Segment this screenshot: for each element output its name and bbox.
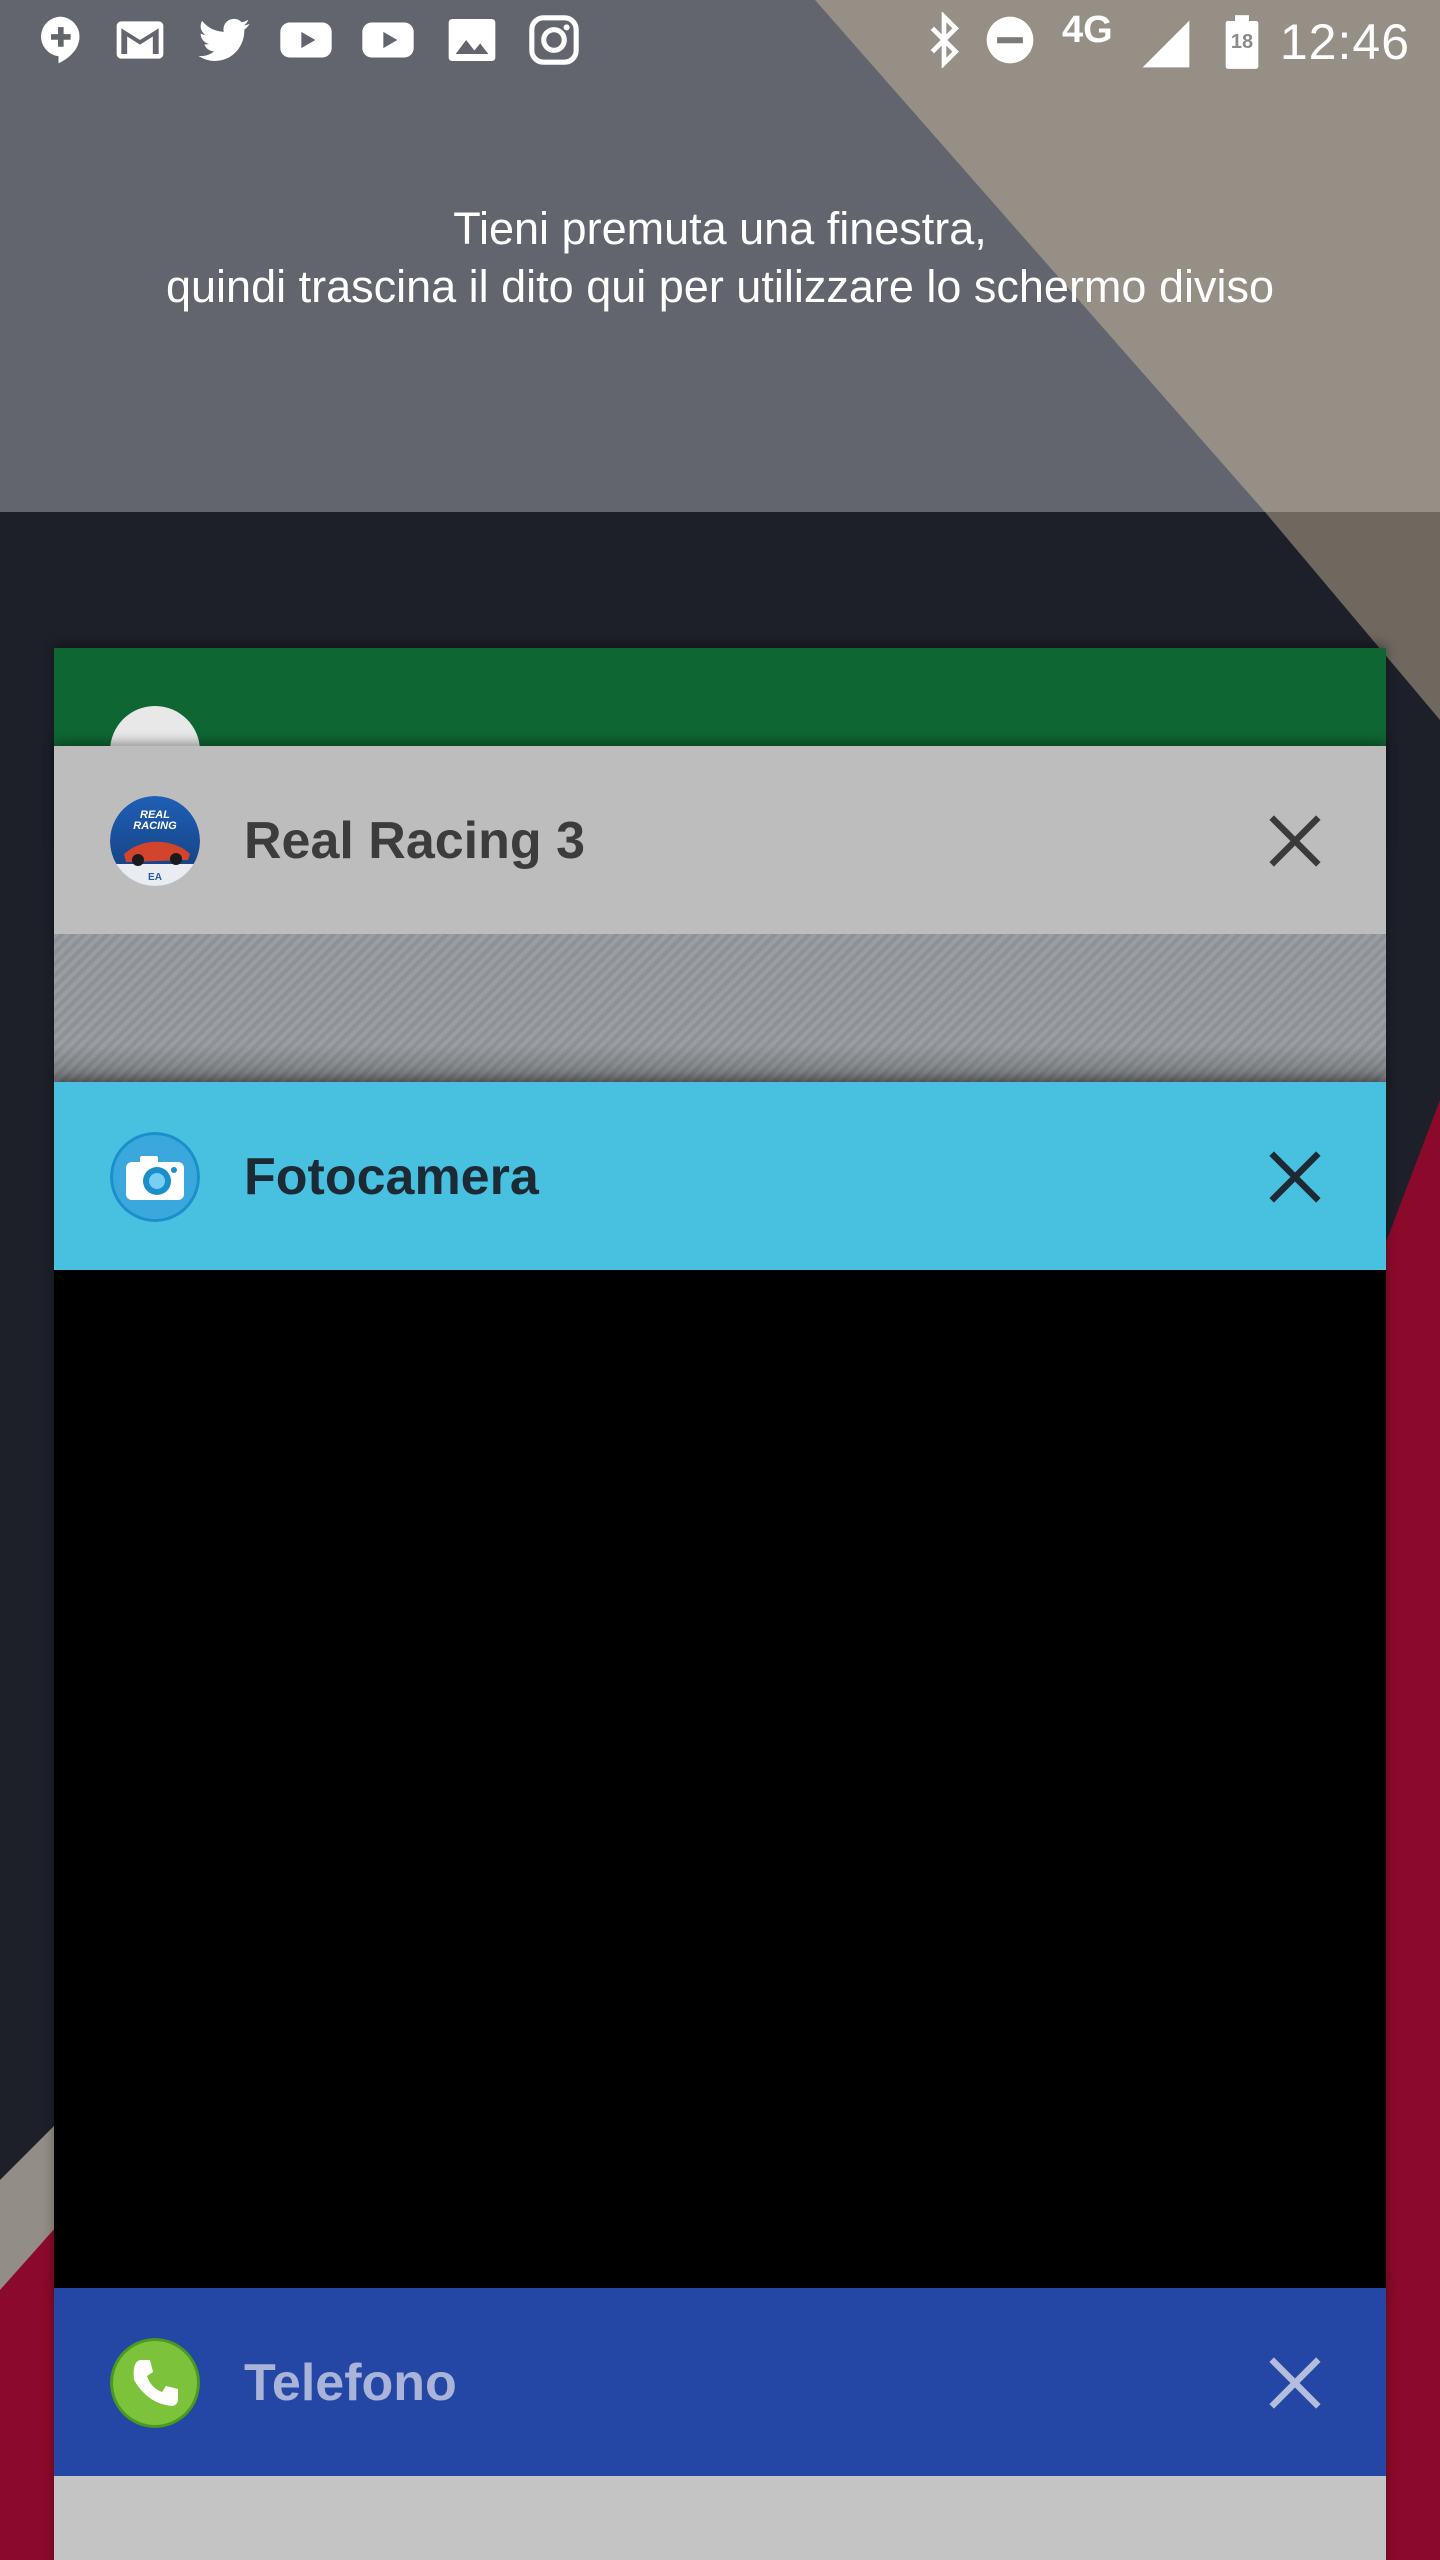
card-title: Fotocamera (244, 1148, 539, 1206)
youtube-icon (278, 12, 334, 68)
camera-app-icon (110, 1132, 200, 1222)
split-hint-line-1: Tieni premuta una finestra, (453, 203, 987, 254)
card-title: Real Racing 3 (244, 812, 586, 870)
gallery-icon (444, 12, 500, 68)
recent-card-real-racing[interactable]: REAL RACING EA Real Racing 3 (54, 746, 1386, 1086)
recent-card-camera[interactable]: Fotocamera (54, 1082, 1386, 2292)
close-icon (1269, 815, 1321, 867)
cell-signal-icon (1136, 16, 1196, 72)
thumbnail-shade (54, 1046, 1386, 1086)
youtube-icon (360, 12, 416, 68)
recents-screen: 4G 18 12:46 Tieni premuta una finestra, … (0, 0, 1440, 2560)
close-icon (1269, 2357, 1321, 2409)
battery-icon: 18 (1218, 14, 1266, 70)
do-not-disturb-icon (982, 12, 1038, 68)
instagram-icon (526, 12, 582, 68)
real-racing-app-icon: REAL RACING EA (110, 796, 200, 886)
app-thumbnail (54, 934, 1386, 1086)
card-header: Fotocamera (54, 1082, 1386, 1270)
network-type-label: 4G (1062, 9, 1113, 51)
split-hint-line-2: quindi trascina il dito qui per utilizza… (165, 261, 1274, 312)
battery-level-label: 18 (1230, 31, 1254, 53)
card-title: Telefono (244, 2354, 457, 2412)
twitter-icon (196, 12, 252, 68)
card-header (54, 648, 1386, 748)
close-card-button[interactable] (1260, 806, 1330, 876)
svg-text:RACING: RACING (133, 820, 177, 832)
card-header: Telefono (54, 2288, 1386, 2476)
hangouts-icon (34, 12, 90, 68)
recent-card-phone[interactable]: Telefono (54, 2288, 1386, 2560)
card-header: REAL RACING EA Real Racing 3 (54, 746, 1386, 934)
gmail-icon (112, 12, 168, 68)
status-bar: 4G 18 12:46 (0, 0, 1440, 84)
close-card-button[interactable] (1260, 2348, 1330, 2418)
close-icon (1269, 1151, 1321, 1203)
split-screen-hint: Tieni premuta una finestra, quindi trasc… (0, 200, 1440, 316)
clock: 12:46 (1279, 14, 1410, 70)
close-card-button[interactable] (1260, 1142, 1330, 1212)
phone-app-icon (110, 2338, 200, 2428)
bluetooth-icon (914, 11, 974, 69)
svg-text:EA: EA (148, 872, 162, 883)
